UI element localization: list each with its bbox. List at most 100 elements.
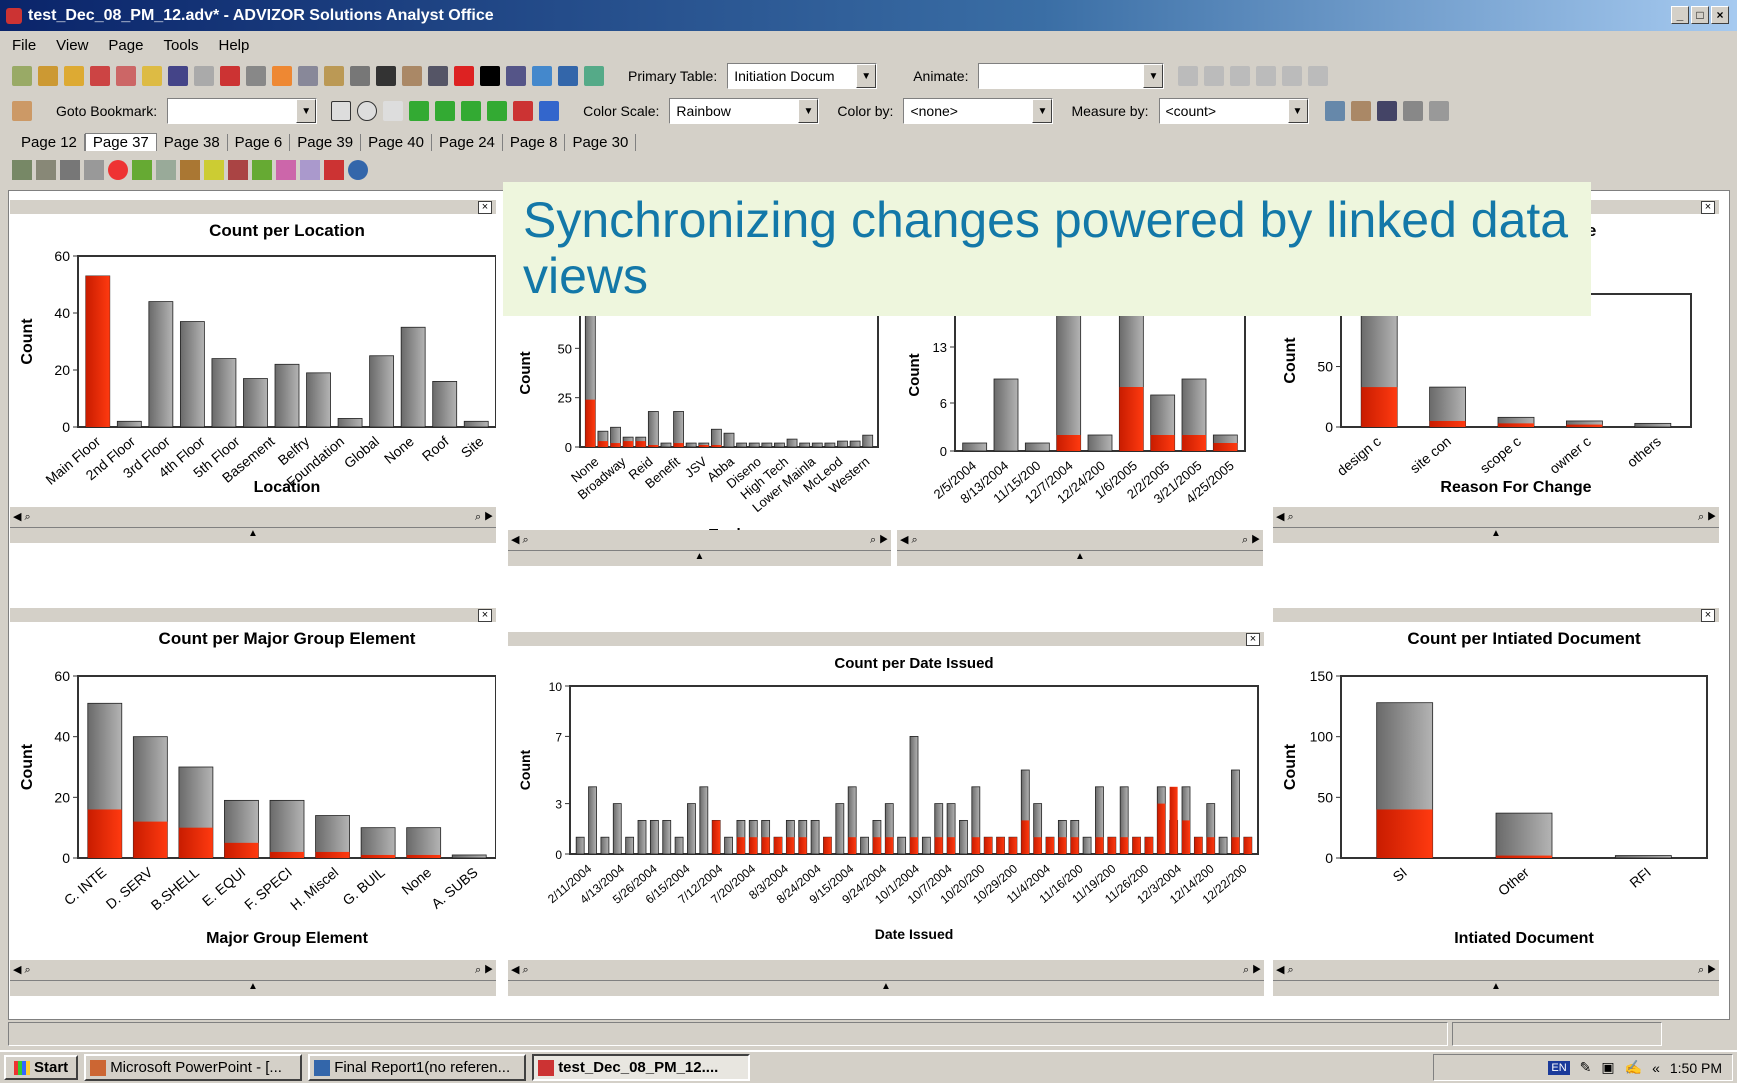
scroll-left-icon[interactable]: ◀ ⌕	[1276, 963, 1294, 977]
scroll-right-icon[interactable]: ⌕ ▶	[1698, 511, 1716, 524]
bar-selected[interactable]	[178, 827, 213, 858]
tab-page-40[interactable]: Page 40	[361, 133, 432, 151]
subtract-selection-icon[interactable]	[461, 101, 482, 121]
bar-total[interactable]	[959, 819, 968, 855]
bar-total[interactable]	[432, 380, 458, 428]
bar-selected[interactable]	[597, 441, 608, 447]
bar-total[interactable]	[860, 836, 869, 855]
wand-icon[interactable]	[402, 66, 422, 86]
text-view-icon[interactable]	[84, 160, 104, 180]
bar-selected[interactable]	[1429, 420, 1466, 427]
tag-icon[interactable]	[324, 66, 344, 86]
bar-total[interactable]	[360, 827, 396, 859]
tool-icon[interactable]	[246, 66, 266, 86]
bar-selected[interactable]	[1157, 803, 1166, 854]
bar-selected[interactable]	[635, 441, 646, 447]
scroll-right-icon[interactable]: ⌕ ▶	[1242, 534, 1260, 547]
menu-file[interactable]: File	[12, 37, 36, 54]
tab-page-38[interactable]: Page 38	[157, 133, 228, 151]
bar-selected[interactable]	[648, 445, 659, 447]
color-legend-icon[interactable]	[513, 101, 534, 121]
bar-selected[interactable]	[1566, 424, 1603, 427]
chevron-down-icon[interactable]: ▼	[798, 99, 819, 123]
bar-selected[interactable]	[1120, 837, 1129, 854]
chevron-down-icon[interactable]: ▼	[1143, 64, 1164, 88]
bar-total[interactable]	[400, 326, 426, 428]
bar-total[interactable]	[849, 440, 861, 448]
horizontal-scrollbar[interactable]: ◀ ⌕ ⌕ ▶	[1273, 960, 1719, 980]
globe-icon[interactable]	[348, 160, 368, 180]
bar-selected[interactable]	[736, 837, 745, 854]
bar-selected[interactable]	[885, 837, 894, 854]
bar-total[interactable]	[1634, 422, 1672, 428]
bar-total[interactable]	[600, 836, 610, 855]
bar-total[interactable]	[148, 301, 174, 428]
book-icon[interactable]	[558, 66, 578, 86]
bar-selected[interactable]	[823, 837, 832, 854]
tab-page-37[interactable]: Page 37	[84, 133, 157, 151]
bar-total[interactable]	[660, 442, 672, 448]
panel-header[interactable]: ×	[1273, 608, 1719, 622]
bar-selected[interactable]	[712, 820, 721, 854]
bar-selected[interactable]	[910, 837, 918, 854]
chart-location[interactable]: Count per LocationCount0204060Main Floor…	[10, 214, 496, 507]
bar-total[interactable]	[315, 815, 350, 859]
panel-header[interactable]: ×	[10, 608, 496, 622]
bar-selected[interactable]	[1132, 837, 1141, 854]
scroll-right-icon[interactable]: ⌕ ▶	[1243, 964, 1261, 977]
bar-total[interactable]	[179, 321, 205, 428]
animate-select[interactable]: ▼	[978, 63, 1165, 89]
bar-total[interactable]	[625, 836, 635, 855]
bar-selected[interactable]	[872, 837, 881, 854]
scroll-left-icon[interactable]: ◀ ⌕	[511, 533, 529, 547]
bar-total[interactable]	[1056, 306, 1082, 452]
bar-chart-icon[interactable]	[12, 66, 32, 86]
bar-total[interactable]	[1082, 836, 1092, 855]
panel-resize-handle[interactable]: ▲	[508, 550, 891, 566]
bar-selected[interactable]	[1107, 837, 1116, 854]
tab-page-8[interactable]: Page 8	[503, 133, 566, 151]
exclude-icon[interactable]	[376, 66, 396, 86]
scroll-right-icon[interactable]: ⌕ ▶	[475, 964, 493, 977]
tab-page-39[interactable]: Page 39	[290, 133, 362, 151]
bar-total[interactable]	[687, 803, 696, 855]
scroll-right-icon[interactable]: ⌕ ▶	[1698, 964, 1716, 977]
bar-selected[interactable]	[1243, 837, 1252, 854]
plus-icon[interactable]	[1282, 66, 1303, 86]
close-icon[interactable]: ×	[478, 609, 492, 622]
window-icon[interactable]	[1428, 101, 1449, 121]
bar-total[interactable]	[810, 819, 820, 855]
properties-icon[interactable]	[1402, 101, 1423, 121]
bar-selected[interactable]	[1033, 837, 1042, 854]
bar-selected[interactable]	[270, 851, 304, 858]
bar-selected[interactable]	[361, 854, 396, 858]
ellipse-select-icon[interactable]	[357, 101, 378, 121]
color-square-icon[interactable]	[480, 66, 500, 86]
bar-total[interactable]	[921, 836, 931, 855]
filter-icon[interactable]	[220, 66, 240, 86]
bar-total[interactable]	[588, 786, 597, 855]
bar-selected[interactable]	[711, 445, 722, 447]
bar-selected[interactable]	[749, 837, 758, 854]
panel-resize-handle[interactable]: ▲	[1273, 980, 1719, 996]
bar-total[interactable]	[451, 854, 487, 859]
bar-view-icon[interactable]	[132, 160, 152, 180]
bar-total[interactable]	[1024, 442, 1050, 452]
close-icon[interactable]: ×	[1701, 609, 1715, 622]
open-icon[interactable]	[1324, 101, 1345, 121]
close-icon[interactable]: ×	[478, 201, 492, 214]
bar-total[interactable]	[673, 411, 684, 448]
bar-selected[interactable]	[1144, 837, 1153, 854]
horizontal-scrollbar[interactable]: ◀ ⌕ ⌕ ▶	[10, 507, 496, 527]
bar-selected[interactable]	[774, 837, 782, 854]
scroll-left-icon[interactable]: ◀ ⌕	[900, 533, 918, 547]
bar-total[interactable]	[774, 442, 785, 448]
bar-selected[interactable]	[848, 837, 857, 854]
bar-selected[interactable]	[1182, 435, 1206, 451]
menu-page[interactable]: Page	[108, 37, 143, 54]
bar-total[interactable]	[835, 803, 845, 855]
display-icon[interactable]: ▣	[1601, 1059, 1614, 1076]
panel-resize-handle[interactable]: ▲	[508, 980, 1264, 996]
details-icon[interactable]	[12, 160, 32, 180]
minus-icon[interactable]	[1308, 66, 1329, 86]
